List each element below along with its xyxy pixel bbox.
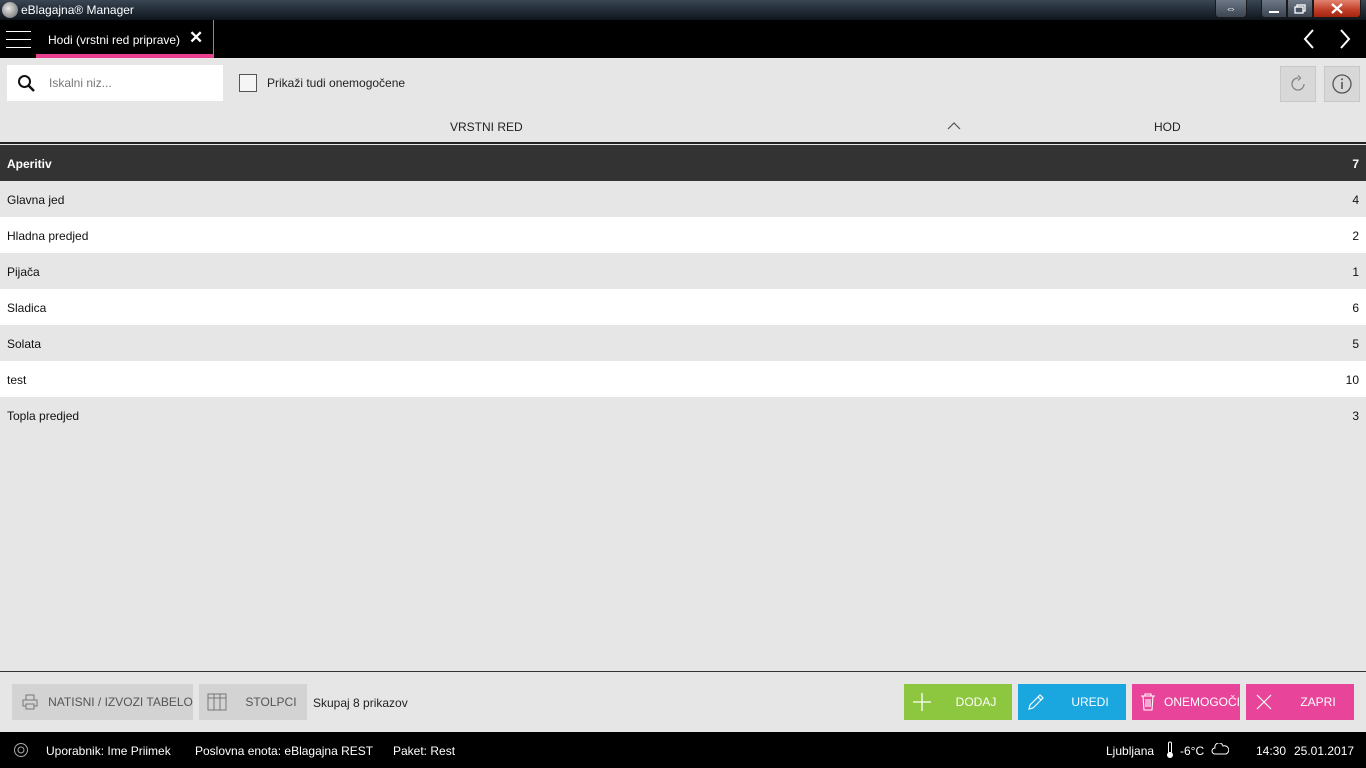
refresh-icon [1291, 75, 1305, 91]
columns-icon [199, 684, 235, 720]
row-name: Sladica [7, 301, 47, 315]
total-count: Skupaj 8 prikazov [313, 696, 408, 710]
table-row[interactable]: test 10 [0, 361, 1366, 397]
row-name: Topla predjed [7, 409, 80, 423]
columns-label: STOLPCI [245, 695, 297, 709]
row-name: Pijača [7, 265, 40, 279]
disable-button[interactable]: ONEMOGOČI [1132, 684, 1240, 720]
search-input[interactable] [49, 74, 214, 92]
table-row[interactable]: Aperitiv 7 [0, 145, 1366, 181]
bottom-separator [0, 671, 1366, 672]
edit-label: UREDI [1071, 695, 1109, 709]
row-name: Solata [7, 337, 42, 351]
refresh-button[interactable] [1280, 66, 1316, 102]
status-temperature: -6°C [1180, 744, 1205, 758]
disable-label: ONEMOGOČI [1163, 695, 1240, 709]
table-row[interactable]: Topla predjed 3 [0, 397, 1366, 433]
resize-arrows-button[interactable]: ⇔ [1215, 0, 1247, 18]
print-export-button[interactable]: NATISNI / IZVOZI TABELO [12, 684, 193, 720]
printer-icon [12, 684, 48, 720]
column-header-hod[interactable]: HOD [1154, 120, 1181, 134]
row-value: 1 [1352, 265, 1359, 279]
thermometer-icon [1166, 741, 1174, 762]
chevron-right-icon[interactable] [1338, 28, 1352, 54]
minimize-button[interactable] [1261, 0, 1287, 18]
close-label: ZAPRI [1300, 695, 1336, 709]
status-date: 25.01.2017 [1294, 744, 1355, 758]
search-box [7, 65, 223, 101]
show-disabled-checkbox[interactable] [239, 74, 257, 92]
row-name: Glavna jed [7, 193, 65, 207]
menu-icon[interactable] [6, 31, 31, 48]
sort-up-icon [947, 122, 961, 130]
close-icon[interactable]: ✕ [189, 29, 203, 46]
table-row[interactable]: Sladica 6 [0, 289, 1366, 325]
column-header-vrstni-red[interactable]: VRSTNI RED [450, 120, 523, 134]
search-icon [18, 75, 35, 92]
info-button[interactable] [1324, 66, 1360, 102]
chevron-left-icon[interactable] [1302, 28, 1316, 54]
table-row[interactable]: Pijača 1 [0, 253, 1366, 289]
window-close-button[interactable] [1313, 0, 1361, 18]
window-titlebar: eBlagajna® Manager ⇔ [0, 0, 1366, 20]
print-export-label: NATISNI / IZVOZI TABELO [48, 695, 193, 709]
window-title: eBlagajna® Manager [21, 3, 134, 17]
status-city: Ljubljana [1106, 744, 1155, 758]
status-time: 14:30 [1256, 744, 1287, 758]
row-name: test [7, 373, 27, 387]
status-package: Paket: Rest [393, 744, 456, 758]
restore-icon [1294, 3, 1306, 14]
plus-icon [904, 684, 940, 720]
show-disabled-label: Prikaži tudi onemogočene [267, 76, 406, 90]
status-user: Uporabnik: Ime Priimek [46, 744, 171, 758]
x-icon [1246, 684, 1282, 720]
edit-button[interactable]: UREDI [1018, 684, 1126, 720]
row-value: 7 [1352, 157, 1359, 171]
close-button[interactable]: ZAPRI [1246, 684, 1354, 720]
tab-hodi[interactable]: Hodi (vrstni red priprave) ✕ [36, 20, 214, 58]
table-row[interactable]: Hladna predjed 2 [0, 217, 1366, 253]
columns-button[interactable]: STOLPCI [199, 684, 307, 720]
tab-bar: Hodi (vrstni red priprave) ✕ [0, 20, 1366, 58]
table-row[interactable]: Solata 5 [0, 325, 1366, 361]
row-value: 10 [1345, 373, 1359, 387]
power-icon[interactable] [13, 742, 29, 761]
table-header: VRSTNI RED HOD [0, 108, 1366, 144]
window-close-icon [1331, 3, 1343, 14]
row-name: Aperitiv [7, 157, 52, 171]
row-value: 6 [1352, 301, 1359, 315]
row-value: 3 [1352, 409, 1359, 423]
trash-icon [1132, 684, 1164, 720]
minimize-icon [1269, 10, 1279, 13]
maximize-button[interactable] [1287, 0, 1313, 18]
app-icon [2, 2, 18, 18]
table-row[interactable]: Glavna jed 4 [0, 181, 1366, 217]
row-name: Hladna predjed [7, 229, 89, 243]
add-button[interactable]: DODAJ [904, 684, 1012, 720]
status-business-unit: Poslovna enota: eBlagajna REST [195, 744, 374, 758]
row-value: 5 [1352, 337, 1359, 351]
tab-label: Hodi (vrstni red priprave) [48, 33, 181, 47]
row-value: 4 [1352, 193, 1359, 207]
status-bar: Uporabnik: Ime Priimek Poslovna enota: e… [0, 732, 1366, 768]
row-value: 2 [1352, 229, 1359, 243]
add-label: DODAJ [955, 695, 997, 709]
cloud-icon [1211, 742, 1230, 758]
info-icon [1332, 74, 1352, 94]
pencil-icon [1018, 684, 1054, 720]
